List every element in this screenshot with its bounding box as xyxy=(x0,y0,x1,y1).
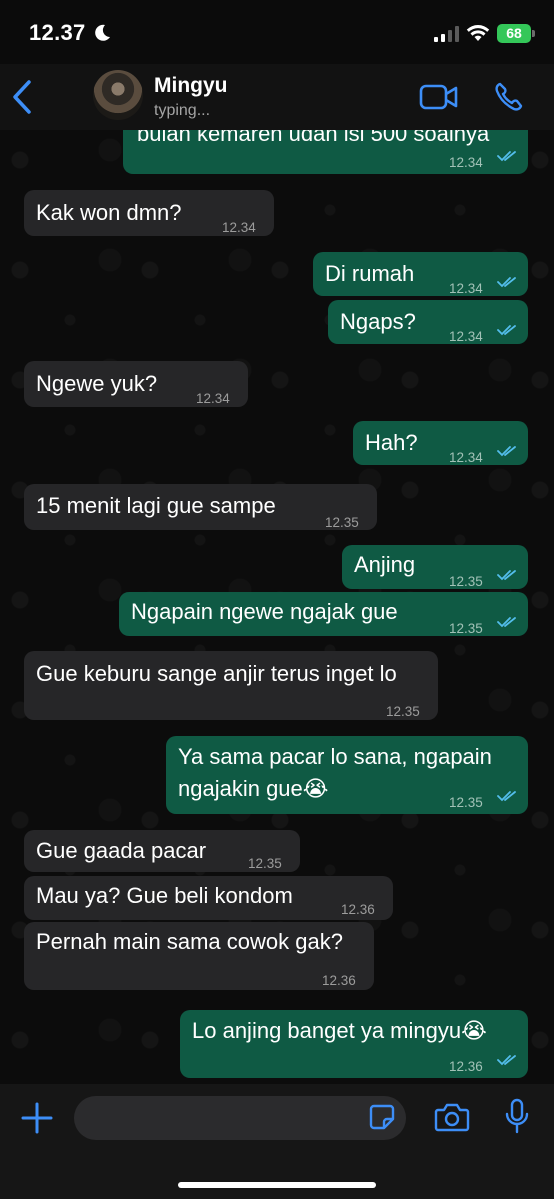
message-time: 12.34 xyxy=(449,329,483,344)
message-time: 12.34 xyxy=(196,391,230,406)
message-outgoing[interactable]: Anjing 12.35 xyxy=(342,545,528,589)
double-check-icon xyxy=(497,325,516,336)
wifi-icon xyxy=(466,25,490,41)
chat-area[interactable]: bulan kemaren udah isi 500 soalnya 12.34… xyxy=(0,130,554,1084)
message-time: 12.34 xyxy=(222,220,256,235)
message-time: 12.34 xyxy=(449,155,483,170)
message-text: Ngapain ngewe ngajak gue xyxy=(131,599,398,624)
message-time: 12.35 xyxy=(449,621,483,636)
contact-status: typing... xyxy=(154,102,211,119)
message-incoming[interactable]: Pernah main sama cowok gak? 12.36 xyxy=(24,922,374,990)
moon-icon xyxy=(95,24,110,41)
message-text: Di rumah xyxy=(325,261,415,286)
message-outgoing[interactable]: Ngaps? 12.34 xyxy=(328,300,528,344)
phone-icon[interactable] xyxy=(493,81,525,113)
battery-indicator: 68 xyxy=(497,24,531,43)
message-text: bulan kemaren udah isi 500 soalnya xyxy=(137,130,490,146)
message-text: Gue keburu sange anjir terus inget lo xyxy=(36,661,397,686)
message-incoming[interactable]: Gue gaada pacar 12.35 xyxy=(24,830,300,872)
battery-tip xyxy=(532,30,535,37)
double-check-icon xyxy=(497,1055,516,1066)
message-outgoing[interactable]: Hah? 12.34 xyxy=(353,421,528,465)
message-text: Pernah main sama cowok gak? xyxy=(36,929,343,954)
message-text: Kak won dmn? xyxy=(36,200,182,225)
message-text: Gue gaada pacar xyxy=(36,838,207,863)
status-time: 12.37 xyxy=(29,20,86,45)
message-text: Anjing xyxy=(354,552,416,577)
contact-name[interactable]: Mingyu xyxy=(154,74,228,98)
double-check-icon xyxy=(497,151,516,162)
double-check-icon xyxy=(497,277,516,288)
home-indicator xyxy=(178,1182,376,1188)
message-time: 12.35 xyxy=(248,856,282,871)
double-check-icon xyxy=(497,791,516,802)
double-check-icon xyxy=(497,617,516,628)
avatar[interactable] xyxy=(93,70,143,120)
message-incoming[interactable]: Ngewe yuk? 12.34 xyxy=(24,361,248,407)
message-time: 12.34 xyxy=(449,281,483,296)
message-text: Lo anjing banget ya mingyu😭 xyxy=(192,1018,487,1043)
camera-icon[interactable] xyxy=(434,1101,470,1133)
message-text: Ngaps? xyxy=(340,309,416,334)
message-text: Hah? xyxy=(365,430,418,455)
message-outgoing[interactable]: Ngapain ngewe ngajak gue 12.35 xyxy=(119,592,528,636)
chevron-left-icon[interactable] xyxy=(8,78,38,116)
double-check-icon xyxy=(497,570,516,581)
message-outgoing[interactable]: Lo anjing banget ya mingyu😭 12.36 xyxy=(180,1010,528,1078)
message-time: 12.35 xyxy=(386,704,420,719)
message-time: 12.36 xyxy=(322,973,356,988)
message-time: 12.36 xyxy=(449,1059,483,1074)
message-input[interactable] xyxy=(74,1096,406,1140)
message-outgoing[interactable]: Di rumah 12.34 xyxy=(313,252,528,296)
message-incoming[interactable]: Kak won dmn? 12.34 xyxy=(24,190,274,236)
microphone-icon[interactable] xyxy=(504,1098,530,1136)
message-text: Mau ya? Gue beli kondom xyxy=(36,883,293,908)
message-outgoing[interactable]: bulan kemaren udah isi 500 soalnya 12.34 xyxy=(123,130,528,174)
chat-header: Mingyu typing... xyxy=(0,64,554,130)
signal-icon xyxy=(434,26,459,42)
message-time: 12.34 xyxy=(449,450,483,465)
message-incoming[interactable]: Gue keburu sange anjir terus inget lo 12… xyxy=(24,651,438,720)
message-incoming[interactable]: 15 menit lagi gue sampe 12.35 xyxy=(24,484,377,530)
status-bar: 12.37 68 xyxy=(0,0,554,64)
video-call-icon[interactable] xyxy=(419,84,459,110)
message-time: 12.36 xyxy=(341,902,375,917)
message-text: Ngewe yuk? xyxy=(36,371,158,396)
message-time: 12.35 xyxy=(325,515,359,530)
message-text: 15 menit lagi gue sampe xyxy=(36,493,276,518)
message-text-line1: Ya sama pacar lo sana, ngapain xyxy=(178,744,492,769)
message-time: 12.35 xyxy=(449,795,483,810)
double-check-icon xyxy=(497,446,516,457)
sticker-icon[interactable] xyxy=(368,1103,396,1131)
message-incoming[interactable]: Mau ya? Gue beli kondom 12.36 xyxy=(24,876,393,920)
plus-icon[interactable] xyxy=(20,1101,54,1135)
message-text-line2: ngajakin gue😭 xyxy=(178,776,329,801)
message-outgoing[interactable]: Ya sama pacar lo sana, ngapain ngajakin … xyxy=(166,736,528,814)
